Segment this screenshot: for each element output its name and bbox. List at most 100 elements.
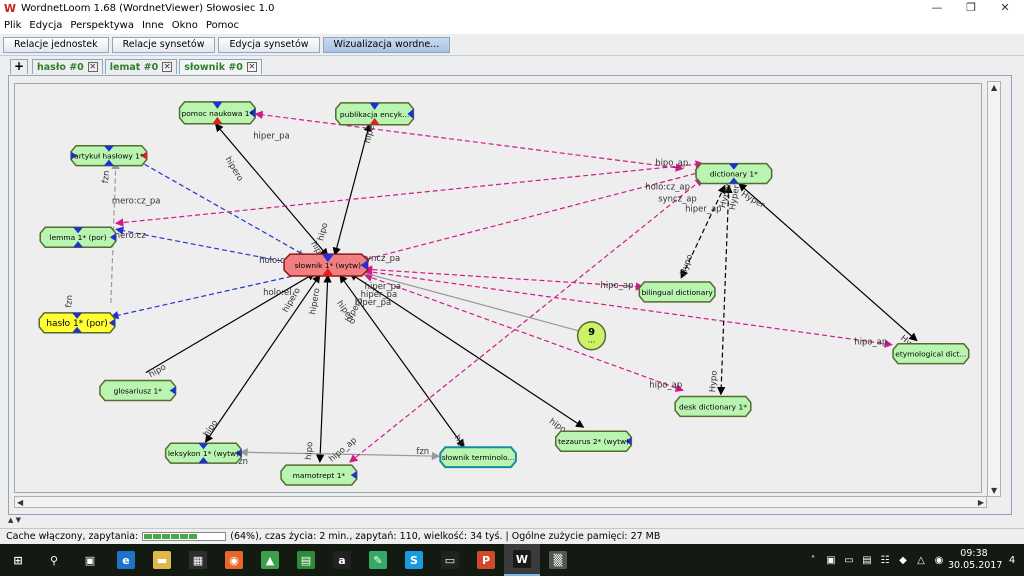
node-pomoc-naukowa[interactable]: pomoc naukowa 1* <box>178 101 256 125</box>
edge-labels: hiper_pa hipero hipero holo:cz hipo hipo… <box>63 116 922 466</box>
minimize-button[interactable]: — <box>920 0 954 17</box>
tab-lemat[interactable]: lemat #0 ✕ <box>104 59 178 74</box>
wordnet-graph-canvas[interactable]: hiper_pa hipero hipero holo:cz hipo hipo… <box>14 83 982 493</box>
taskbar-edge-icon[interactable]: e <box>108 544 144 576</box>
tray-icon[interactable]: ▭ <box>840 555 858 566</box>
cache-progress-bar <box>142 532 227 541</box>
split-arrows-icon[interactable]: ▲ ▼ <box>8 516 21 524</box>
svg-text:lemma 1* (por): lemma 1* (por) <box>49 233 106 242</box>
node-slownik-terminologiczny[interactable]: słownik terminolo... <box>439 446 517 469</box>
node-dictionary[interactable]: dictionary 1* <box>695 162 773 185</box>
edge-icon: e <box>117 551 135 569</box>
taskbar-firefox-icon[interactable]: ◉ <box>216 544 252 576</box>
taskbar-amazon-icon[interactable]: a <box>324 544 360 576</box>
node-desk-dictionary[interactable]: desk dictionary 1* <box>674 395 752 418</box>
tray-icon[interactable]: △ <box>912 555 930 566</box>
node-bilingual-dictionary[interactable]: bilingual dictionary <box>638 281 716 303</box>
node-haslo[interactable]: hasło 1* (por) <box>38 312 116 334</box>
terminal-icon: ▭ <box>441 551 459 569</box>
node-slownik[interactable]: słownik 1* (wytw) <box>283 253 369 277</box>
edge-label: hipo <box>147 362 168 380</box>
store-icon: ▦ <box>189 551 207 569</box>
title-bar: W WordnetLoom 1.68 (WordnetViewer) Słowo… <box>0 0 1024 17</box>
edge-label: hipo <box>201 418 220 439</box>
search-icon: ⚲ <box>45 551 63 569</box>
edge-label: mero:cz <box>112 230 146 240</box>
taskbar-task-view-icon[interactable]: ▣ <box>72 544 108 576</box>
perspective-tabs: Relacje jednostek Relacje synsetów Edycj… <box>0 34 1024 56</box>
scroll-up-icon[interactable]: ▲ <box>991 83 997 92</box>
edge-label: hipo_ap <box>649 380 682 390</box>
svg-text:artykuł hasłowy 1*: artykuł hasłowy 1* <box>74 152 144 161</box>
edge-label: hipo_ap <box>600 280 633 290</box>
tray-icon[interactable]: ˄ <box>804 555 822 566</box>
taskbar-skype-icon[interactable]: S <box>396 544 432 576</box>
tab-edycja-synsetow[interactable]: Edycja synsetów <box>218 36 320 53</box>
vertical-scrollbar[interactable]: ▲ ▼ <box>987 81 1001 497</box>
calculator-icon: ▒ <box>549 551 567 569</box>
edge-label: hipo_ap <box>854 337 887 347</box>
windows-start-icon: ⊞ <box>9 551 27 569</box>
taskbar-wordnetloom-icon[interactable]: W <box>504 544 540 576</box>
taskbar-paint-icon[interactable]: ✎ <box>360 544 396 576</box>
taskbar-windows-start-icon[interactable]: ⊞ <box>0 544 36 576</box>
taskbar-file-explorer-icon[interactable]: ▬ <box>144 544 180 576</box>
horizontal-scrollbar[interactable]: ◀ ▶ <box>14 496 987 508</box>
menu-pomoc[interactable]: Pomoc <box>206 20 239 31</box>
node-publikacja[interactable]: publikacja encyk... <box>335 102 415 126</box>
scroll-down-icon[interactable]: ▼ <box>991 486 997 495</box>
tray-icon[interactable]: ◉ <box>930 555 948 566</box>
notifications-icon[interactable]: 4 <box>1000 555 1024 566</box>
close-icon[interactable]: ✕ <box>87 62 98 72</box>
menu-okno[interactable]: Okno <box>172 20 198 31</box>
tab-haslo[interactable]: hasło #0 ✕ <box>32 59 103 74</box>
menu-perspektywa[interactable]: Perspektywa <box>70 20 134 31</box>
menu-edycja[interactable]: Edycja <box>29 20 62 31</box>
tab-relacje-synsetow[interactable]: Relacje synsetów <box>111 36 216 53</box>
tab-slownik[interactable]: słownik #0 ✕ <box>179 59 262 74</box>
tab-wizualizacja-wordnetu[interactable]: Wizualizacja wordne... <box>322 36 451 53</box>
menu-bar: Plik Edycja Perspektywa Inne Okno Pomoc <box>0 17 1024 34</box>
menu-plik[interactable]: Plik <box>4 20 21 31</box>
tray-icon[interactable]: ☷ <box>876 555 894 566</box>
add-tab-button[interactable]: + <box>10 59 28 74</box>
menu-inne[interactable]: Inne <box>142 20 164 31</box>
clock[interactable]: 09:38 30.05.2017 <box>948 548 1003 572</box>
node-mamotrept[interactable]: mamotrept 1* <box>280 464 358 486</box>
wordnetloom-icon: W <box>513 550 531 568</box>
clock-date: 30.05.2017 <box>948 560 1003 571</box>
tray-icon[interactable]: ◆ <box>894 555 912 566</box>
edge-label: fzn <box>63 295 74 309</box>
taskbar-store-icon[interactable]: ▦ <box>180 544 216 576</box>
node-tezaurus[interactable]: tezaurus 2* (wytw) <box>554 430 633 452</box>
tab-relacje-jednostek[interactable]: Relacje jednostek <box>3 36 109 53</box>
tray-icon[interactable]: ▤ <box>858 555 876 566</box>
tab-label: słownik #0 <box>184 61 243 73</box>
tray-icon[interactable]: ▣ <box>822 555 840 566</box>
svg-text:etymological dict...: etymological dict... <box>895 350 966 359</box>
node-leksykon[interactable]: leksykon 1* (wytw) <box>164 442 243 464</box>
status-suffix: (64%), czas życia: 2 min., zapytań: 110,… <box>230 531 661 542</box>
close-button[interactable]: ✕ <box>988 0 1022 17</box>
node-artykul[interactable]: artykuł hasłowy 1* <box>70 144 148 167</box>
close-icon[interactable]: ✕ <box>162 62 173 72</box>
taskbar-search-icon[interactable]: ⚲ <box>36 544 72 576</box>
taskbar-calculator-icon[interactable]: ▒ <box>540 544 576 576</box>
photos-icon: ▲ <box>261 551 279 569</box>
edge-label: hiper_ap <box>685 203 721 213</box>
maximize-button[interactable]: ❐ <box>954 0 988 17</box>
node-etymological-dictionary[interactable]: etymological dict... <box>892 342 970 365</box>
node-glosariusz[interactable]: glosariusz 1* <box>99 379 177 402</box>
taskbar-spreadsheet-icon[interactable]: ▤ <box>288 544 324 576</box>
scroll-left-icon[interactable]: ◀ <box>17 498 23 507</box>
scroll-right-icon[interactable]: ▶ <box>978 498 984 507</box>
edge-label: hiper_pa <box>253 131 289 141</box>
taskbar-terminal-icon[interactable]: ▭ <box>432 544 468 576</box>
status-bar: Cache włączony, zapytania: (64%), czas ż… <box>0 528 1024 544</box>
node-lemma[interactable]: lemma 1* (por) <box>39 226 117 248</box>
taskbar-photos-icon[interactable]: ▲ <box>252 544 288 576</box>
node-cluster[interactable]: 9 ... <box>576 321 607 351</box>
close-icon[interactable]: ✕ <box>246 62 257 72</box>
taskbar-powerpoint-icon[interactable]: P <box>468 544 504 576</box>
edge-label: hipo <box>315 222 329 242</box>
